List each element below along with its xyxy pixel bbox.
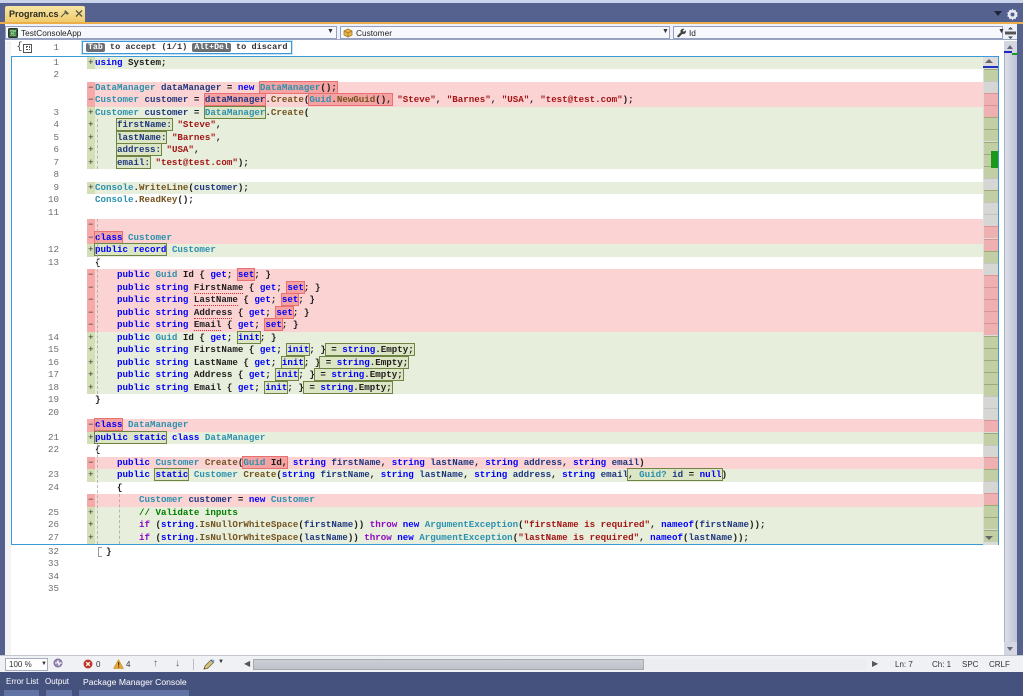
svg-text:C#: C# [9, 31, 17, 37]
